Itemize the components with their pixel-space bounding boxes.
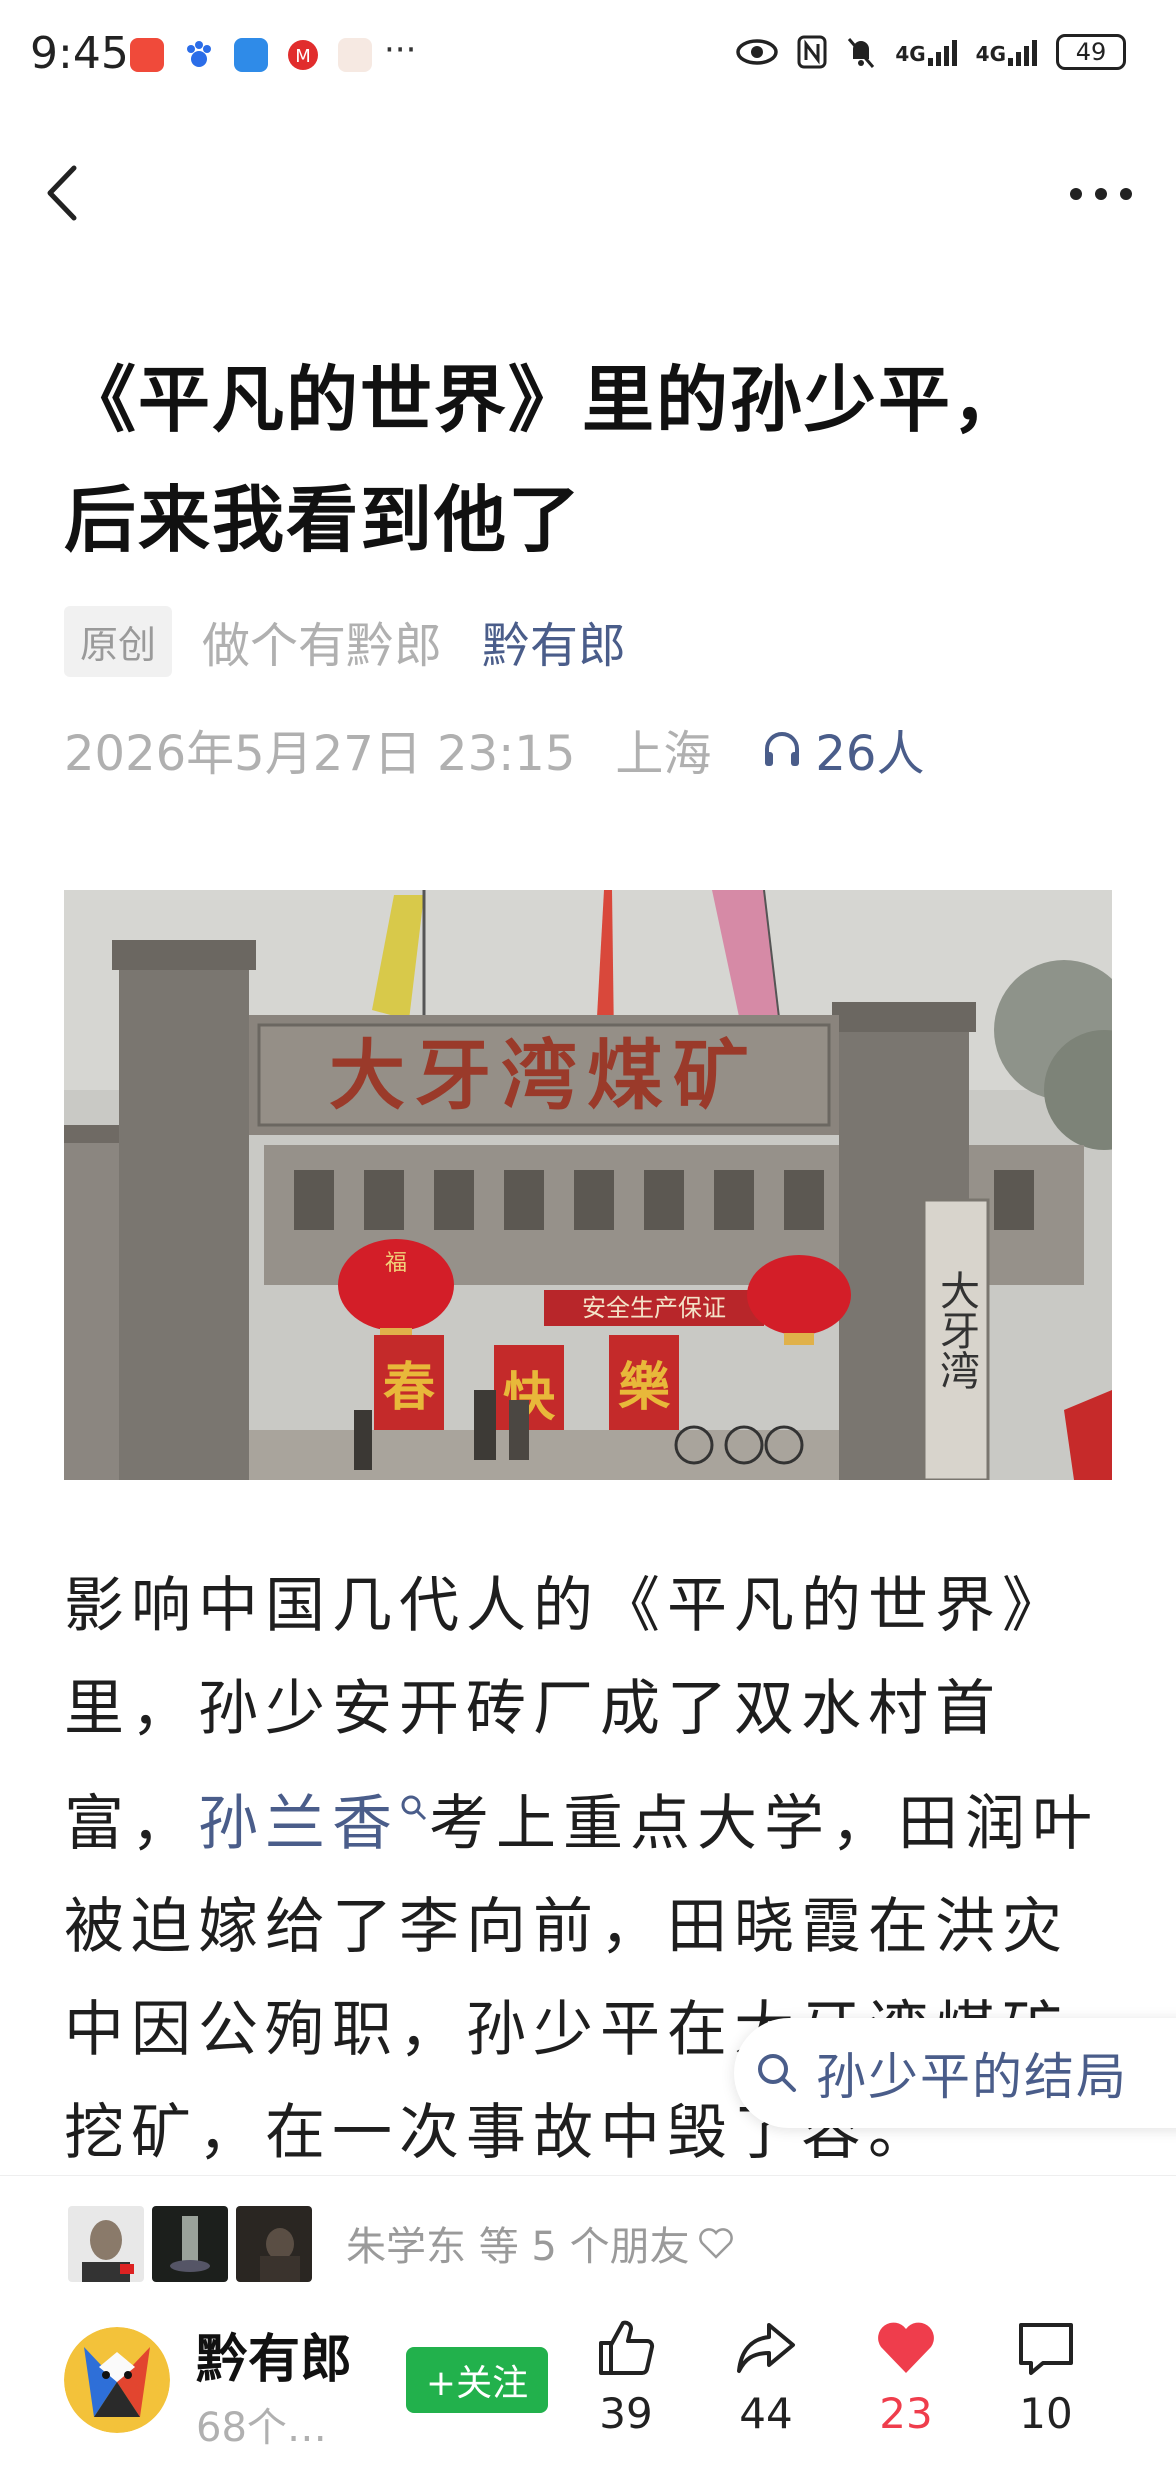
cell-signal-2-icon: 4G [976,38,1038,66]
lantern-fu-text: 福 [385,1251,407,1276]
more-notifications-indicator: ··· [384,30,417,70]
friends-liked-text: 朱学东 等 5 个朋友 [346,2214,736,2272]
heart-filled-icon [878,2322,934,2373]
article-meta-time: 2026年5月27日 23:15 上海 26人 [64,714,924,784]
keyword-link[interactable]: 孙兰香 [198,1789,399,1859]
friends-liked-bar[interactable]: 朱学东 等 5 个朋友 [0,2175,1176,2306]
couplet-char-1: 春 [383,1357,435,1418]
title-line-2: 后来我看到他了 [64,478,583,562]
account-name: 做个有黔郎 [202,618,443,674]
maps-app-icon [234,38,268,72]
listen-button[interactable]: 26人 [761,714,924,784]
status-bar: 9:45 M ··· 4G 4G 49 [0,0,1176,120]
mute-bell-icon [848,38,875,68]
friend-avatar [68,2206,144,2282]
publish-datetime: 2026年5月27日 23:15 [64,726,576,782]
couplet-char-3: 樂 [618,1357,671,1418]
more-options-button[interactable] [1066,176,1136,212]
heart-button[interactable]: 23 [846,2315,966,2438]
author-avatar[interactable] [64,2327,170,2433]
keyword-search-icon[interactable] [399,1792,429,1832]
cell-signal-1-icon: 4G [895,38,957,66]
article-hero-image[interactable]: 大牙湾煤矿 安全生产保证 福 春 快 樂 大牙湾 [64,890,1112,1480]
shopping-app-icon [130,38,164,72]
listener-count: 26人 [815,726,925,782]
search-suggestion-pill[interactable]: 孙少平的结局 [734,2018,1176,2128]
search-suggestion-label: 孙少平的结局 [816,2048,1128,2106]
back-button[interactable] [40,158,90,228]
share-arrow-icon [737,2323,795,2373]
eye-icon [736,39,779,65]
search-icon [758,2054,796,2092]
friend-avatar [152,2206,228,2282]
follow-button[interactable]: +关注 [406,2347,548,2413]
share-button[interactable]: 44 [706,2315,826,2438]
publish-location: 上海 [615,726,712,782]
nfc-icon [797,35,827,69]
heart-outline-icon [698,2228,733,2259]
comment-button[interactable]: 10 [986,2315,1106,2438]
heart-count: 23 [879,2389,933,2438]
author-subtitle: 68个… [196,2405,327,2451]
system-icons: 4G 4G 49 [735,34,1126,70]
battery-indicator: 49 [1056,34,1126,70]
coal-mine-gate-illustration: 大牙湾煤矿 安全生产保证 福 春 快 樂 大牙湾 [64,890,1112,1480]
author-name[interactable]: 黔有郎 [196,2317,352,2392]
chevron-left-icon [47,165,77,221]
article-meta-source: 原创 做个有黔郎 黔有郎 [64,605,626,677]
thumbs-up-button[interactable]: 39 [566,2315,686,2438]
comment-bubble-icon [1019,2323,1073,2375]
safety-banner-text: 安全生产保证 [582,1294,726,1322]
side-plaque-text: 大牙湾 [933,1270,979,1390]
more-horizontal-icon [1070,188,1132,200]
friend-avatar [236,2206,312,2282]
news-app-icon [338,38,372,72]
headphones-icon [765,732,800,766]
mine-sign-text: 大牙湾煤矿 [329,1031,759,1120]
title-line-1: 《平凡的世界》里的孙少平， [64,358,1027,442]
status-time: 9:45 [30,28,129,79]
author-link[interactable]: 黔有郎 [482,606,626,676]
article-title: 《平凡的世界》里的孙少平， 后来我看到他了 [64,340,1124,580]
friend-avatars [68,2206,312,2282]
thumbs-up-count: 39 [599,2389,653,2438]
metro-app-icon: M [286,38,320,72]
thumbs-up-icon [599,2320,655,2375]
share-count: 44 [739,2389,793,2438]
original-badge: 原创 [64,605,173,677]
notification-icons: M [130,38,372,72]
baidu-paw-icon [182,38,216,72]
comment-count: 10 [1019,2389,1073,2438]
bottom-action-bar: 黔有郎 68个… +关注 39 44 23 10 [0,2305,1176,2480]
svg-text:M: M [295,46,311,67]
